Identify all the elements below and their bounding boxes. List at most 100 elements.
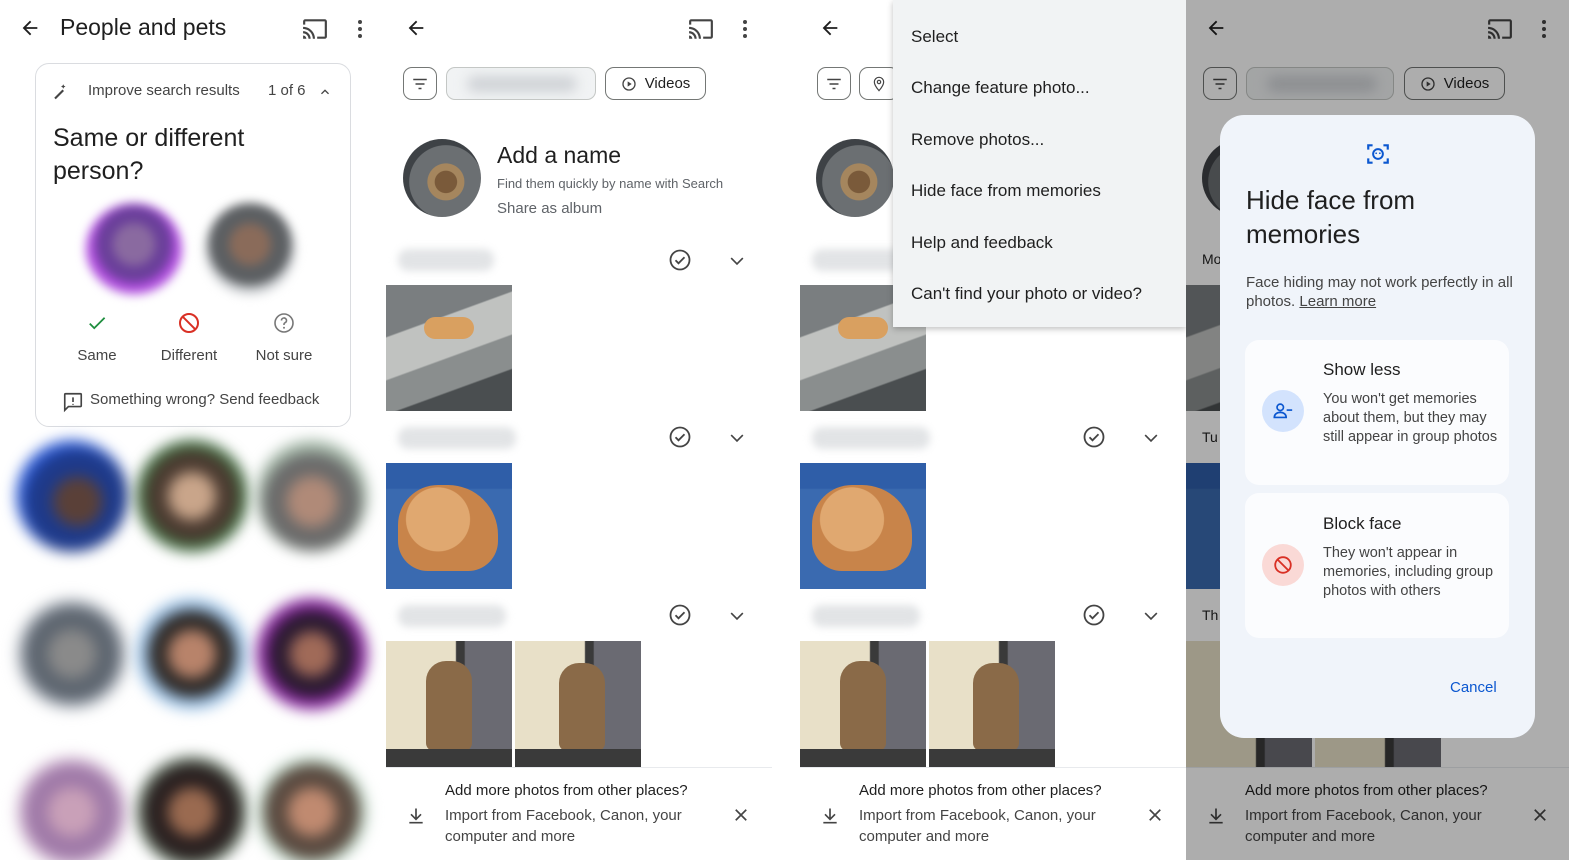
person-thumbnail[interactable]	[16, 756, 128, 860]
filter-icon	[827, 78, 841, 89]
person-thumbnail[interactable]	[256, 598, 368, 710]
person-thumbnail[interactable]	[256, 756, 368, 860]
face-thumbnail-a	[86, 203, 182, 295]
show-less-option[interactable]: Show less You won't get memories about t…	[1245, 340, 1509, 485]
block-icon[interactable]	[176, 310, 202, 336]
improve-search-card	[35, 63, 351, 427]
feature-photo-avatar[interactable]	[816, 139, 894, 217]
chevron-down-icon[interactable]	[725, 249, 749, 273]
back-arrow-icon[interactable]	[16, 14, 44, 42]
face-thumbnail-b	[204, 203, 296, 295]
import-banner-title: Add more photos from other places?	[445, 782, 688, 799]
menu-item-cant-find-photo[interactable]: Can't find your photo or video?	[911, 284, 1142, 304]
menu-item-change-feature-photo[interactable]: Change feature photo...	[911, 78, 1090, 98]
same-button[interactable]: Same	[67, 347, 127, 364]
improve-heading: Improve search results	[88, 82, 240, 99]
magic-wand-icon	[51, 81, 71, 101]
person-thumbnail[interactable]	[136, 440, 248, 552]
feedback-icon[interactable]	[61, 390, 85, 414]
photo-cat-on-roof[interactable]	[386, 285, 512, 411]
not-sure-button[interactable]: Not sure	[247, 347, 321, 364]
section-date-blurred	[398, 427, 516, 449]
photo-orange-cat-sleeping[interactable]	[386, 463, 512, 589]
cancel-button[interactable]: Cancel	[1450, 679, 1497, 696]
chevron-down-icon[interactable]	[725, 604, 749, 628]
photo-cat-in-window[interactable]	[929, 641, 1055, 767]
block-icon	[1262, 544, 1304, 586]
show-less-description: You won't get memories about them, but t…	[1323, 391, 1498, 445]
photo-cat-in-window[interactable]	[515, 641, 641, 767]
feature-photo-avatar[interactable]	[403, 139, 481, 217]
import-photos-banner: Add more photos from other places? Impor…	[386, 767, 772, 860]
filter-button[interactable]	[817, 67, 851, 100]
add-name-hint: Find them quickly by name with Search	[497, 176, 724, 191]
chevron-up-icon[interactable]	[315, 82, 335, 102]
chevron-down-icon[interactable]	[1139, 604, 1163, 628]
import-banner-subtitle: Import from Facebook, Canon, your comput…	[445, 807, 682, 845]
panel-gap	[772, 0, 800, 860]
more-options-icon[interactable]	[733, 14, 757, 44]
videos-chip[interactable]: Videos	[605, 67, 706, 100]
menu-item-hide-face-from-memories[interactable]: Hide face from memories	[911, 181, 1101, 201]
person-detail-menu-screen: Add more photos from other places? Impor…	[800, 0, 1186, 860]
dialog-body: Face hiding may not work perfectly in al…	[1246, 273, 1516, 311]
add-name-button[interactable]: Add a name	[497, 142, 621, 169]
select-check-circle-icon[interactable]	[667, 247, 693, 273]
same-or-different-question: Same or different person?	[53, 124, 245, 185]
menu-item-select[interactable]: Select	[911, 27, 958, 47]
dialog-title: Hide face from memories	[1246, 185, 1416, 249]
select-check-circle-icon[interactable]	[1081, 424, 1107, 450]
close-icon[interactable]	[1142, 802, 1168, 828]
hide-face-dialog: Hide face from memories Face hiding may …	[1220, 115, 1535, 738]
person-thumbnail[interactable]	[256, 440, 368, 552]
photo-cat-in-window[interactable]	[386, 641, 512, 767]
person-thumbnail[interactable]	[16, 440, 128, 552]
person-remove-icon	[1262, 390, 1304, 432]
back-arrow-icon[interactable]	[402, 14, 430, 42]
checkmark-icon[interactable]	[85, 311, 109, 335]
location-pin-icon	[873, 76, 885, 92]
different-button[interactable]: Different	[148, 347, 230, 364]
person-thumbnail[interactable]	[136, 756, 248, 860]
send-feedback-link[interactable]: Something wrong? Send feedback	[90, 391, 319, 408]
blurred-chip[interactable]	[446, 67, 596, 100]
section-date-blurred	[398, 605, 506, 627]
person-thumbnail[interactable]	[136, 598, 248, 710]
person-detail-screen: Videos Add a name Find them quickly by n…	[386, 0, 772, 860]
download-icon[interactable]	[818, 804, 842, 828]
back-arrow-icon[interactable]	[816, 14, 844, 42]
chevron-down-icon[interactable]	[1139, 426, 1163, 450]
more-options-icon[interactable]	[348, 14, 372, 44]
select-check-circle-icon[interactable]	[1081, 602, 1107, 628]
section-date-blurred	[812, 605, 920, 627]
people-and-pets-screen: People and pets Improve search results 1…	[0, 0, 386, 860]
cast-icon[interactable]	[686, 14, 716, 44]
photo-cat-in-window[interactable]	[800, 641, 926, 767]
chevron-down-icon[interactable]	[725, 426, 749, 450]
person-thumbnail[interactable]	[16, 598, 128, 710]
import-banner-subtitle: Import from Facebook, Canon, your comput…	[859, 807, 1096, 845]
page-title: People and pets	[60, 14, 227, 40]
question-icon[interactable]	[271, 310, 297, 336]
menu-item-help-and-feedback[interactable]: Help and feedback	[911, 233, 1053, 253]
block-face-option[interactable]: Block face They won't appear in memories…	[1245, 493, 1509, 638]
filter-button[interactable]	[403, 67, 437, 100]
menu-item-remove-photos[interactable]: Remove photos...	[911, 130, 1044, 150]
block-face-description: They won't appear in memories, including…	[1323, 545, 1494, 599]
download-icon[interactable]	[404, 804, 428, 828]
share-as-album-link[interactable]: Share as album	[497, 200, 602, 217]
import-banner-title: Add more photos from other places?	[859, 782, 1102, 799]
learn-more-link[interactable]: Learn more	[1299, 293, 1376, 310]
select-check-circle-icon[interactable]	[667, 602, 693, 628]
import-photos-banner: Add more photos from other places? Impor…	[800, 767, 1186, 860]
section-date-blurred	[812, 427, 930, 449]
videos-chip-label: Videos	[644, 75, 691, 92]
select-check-circle-icon[interactable]	[667, 424, 693, 450]
block-face-title: Block face	[1323, 514, 1402, 533]
face-scan-icon	[1363, 139, 1393, 169]
section-date-blurred	[398, 249, 494, 271]
photo-orange-cat-sleeping[interactable]	[800, 463, 926, 589]
filter-icon	[413, 78, 427, 89]
close-icon[interactable]	[728, 802, 754, 828]
cast-icon[interactable]	[300, 14, 330, 44]
